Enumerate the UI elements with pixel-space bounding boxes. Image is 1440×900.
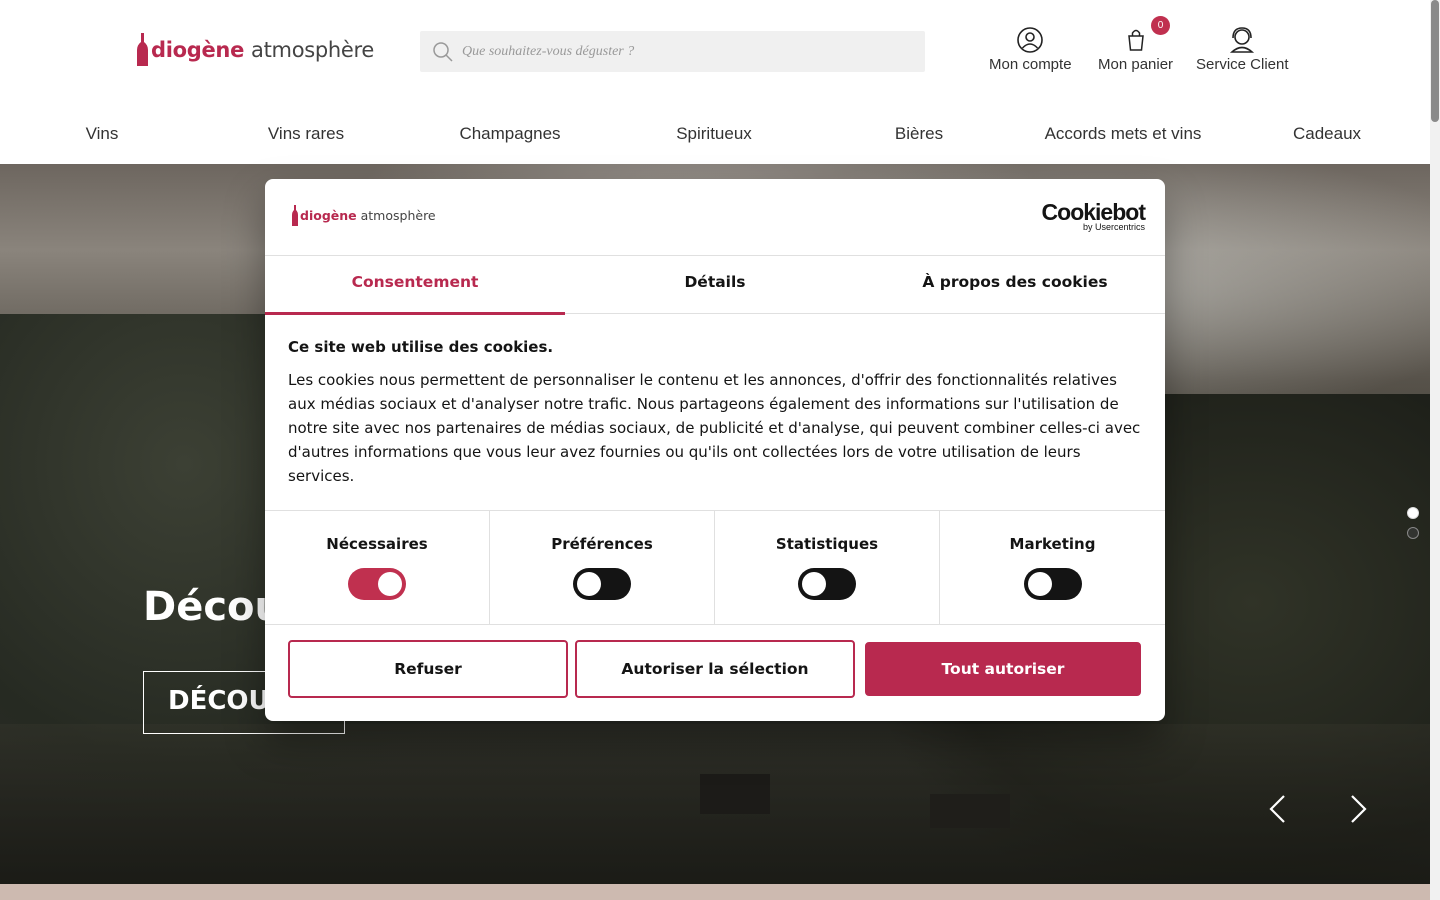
marketing-toggle[interactable] [1023,568,1082,600]
tab-details[interactable]: Détails [565,256,865,314]
toggle-knob [1027,572,1052,596]
cookie-consent-dialog: diogène atmosphère Cookiebot by Usercent… [265,179,1165,721]
dialog-site-logo: diogène atmosphère [292,205,436,226]
toggle-knob [577,572,601,596]
nav-item-cadeaux[interactable]: Cadeaux [1293,124,1361,144]
customer-service-link[interactable]: Service Client [1196,26,1289,73]
reject-button[interactable]: Refuser [288,640,568,698]
category-marketing: Marketing [940,511,1165,625]
customer-service-label: Service Client [1196,56,1289,73]
category-label: Statistiques [775,535,879,553]
account-label: Mon compte [989,56,1072,73]
cookie-categories: Nécessaires Préférences Statistiques Mar… [265,510,1165,625]
allow-selection-button[interactable]: Autoriser la sélection [575,640,855,698]
user-circle-icon [1017,27,1044,53]
category-preferences: Préférences [490,511,715,625]
shopping-bag-icon [1127,29,1144,51]
tab-about-cookies[interactable]: À propos des cookies [865,256,1165,314]
allow-all-button[interactable]: Tout autoriser [865,642,1141,696]
cart-count-badge: 0 [1151,16,1170,35]
nav-item-champagnes[interactable]: Champagnes [459,124,560,144]
nav-item-vins-rares[interactable]: Vins rares [268,124,344,144]
statistics-toggle[interactable] [798,568,856,600]
account-link[interactable]: Mon compte [989,26,1072,73]
carousel-dot-1[interactable] [1407,507,1419,519]
hero-house [700,774,770,814]
dialog-header: diogène atmosphère Cookiebot by Usercent… [265,179,1165,256]
category-statistics: Statistiques [715,511,940,625]
main-nav: Vins Vins rares Champagnes Spiritueux Bi… [0,118,1430,152]
category-label: Marketing [1009,535,1096,553]
search-icon[interactable] [432,41,454,63]
toggle-knob [802,572,826,596]
category-label: Préférences [551,535,653,553]
site-logo[interactable]: diogène atmosphère [137,32,374,68]
carousel-dots [1407,507,1419,547]
scrollbar-thumb[interactable] [1431,0,1439,122]
cookiebot-logo[interactable]: Cookiebot by Usercentrics [1041,199,1146,232]
necessary-toggle[interactable] [348,568,406,600]
chevron-right-icon[interactable] [1345,794,1371,824]
tab-consent[interactable]: Consentement [265,256,565,315]
category-necessary: Nécessaires [265,511,490,625]
dialog-logo-brand-bold: diogène [300,208,357,223]
chevron-left-icon[interactable] [1265,794,1291,824]
page-scrollbar[interactable] [1430,0,1440,900]
dialog-description: Les cookies nous permettent de personnal… [288,371,1141,485]
section-divider [0,884,1430,900]
nav-item-spiritueux[interactable]: Spiritueux [676,124,752,144]
logo-brand-bold: diogène [151,38,245,62]
dialog-title: Ce site web utilise des cookies. [288,338,554,356]
wine-bottle-icon [292,205,298,226]
nav-item-accords[interactable]: Accords mets et vins [1045,124,1202,144]
dialog-logo-brand-light: atmosphère [360,208,436,223]
hero-house [930,794,1010,828]
search-input[interactable] [462,43,902,60]
dialog-tabs: Consentement Détails À propos des cookie… [265,256,1165,315]
preferences-toggle[interactable] [573,568,631,600]
wine-bottle-icon [137,33,148,66]
cart-label: Mon panier [1098,56,1174,73]
toggle-knob [378,572,402,596]
site-header: diogène atmosphère Mon compte Mon panier… [0,0,1430,164]
category-label: Nécessaires [326,535,428,553]
logo-brand-light: atmosphère [251,38,375,62]
nav-item-vins[interactable]: Vins [86,124,119,144]
carousel-dot-2[interactable] [1407,527,1419,539]
search-bar [420,31,925,72]
nav-item-bieres[interactable]: Bières [895,124,943,144]
headset-icon [1230,27,1255,53]
